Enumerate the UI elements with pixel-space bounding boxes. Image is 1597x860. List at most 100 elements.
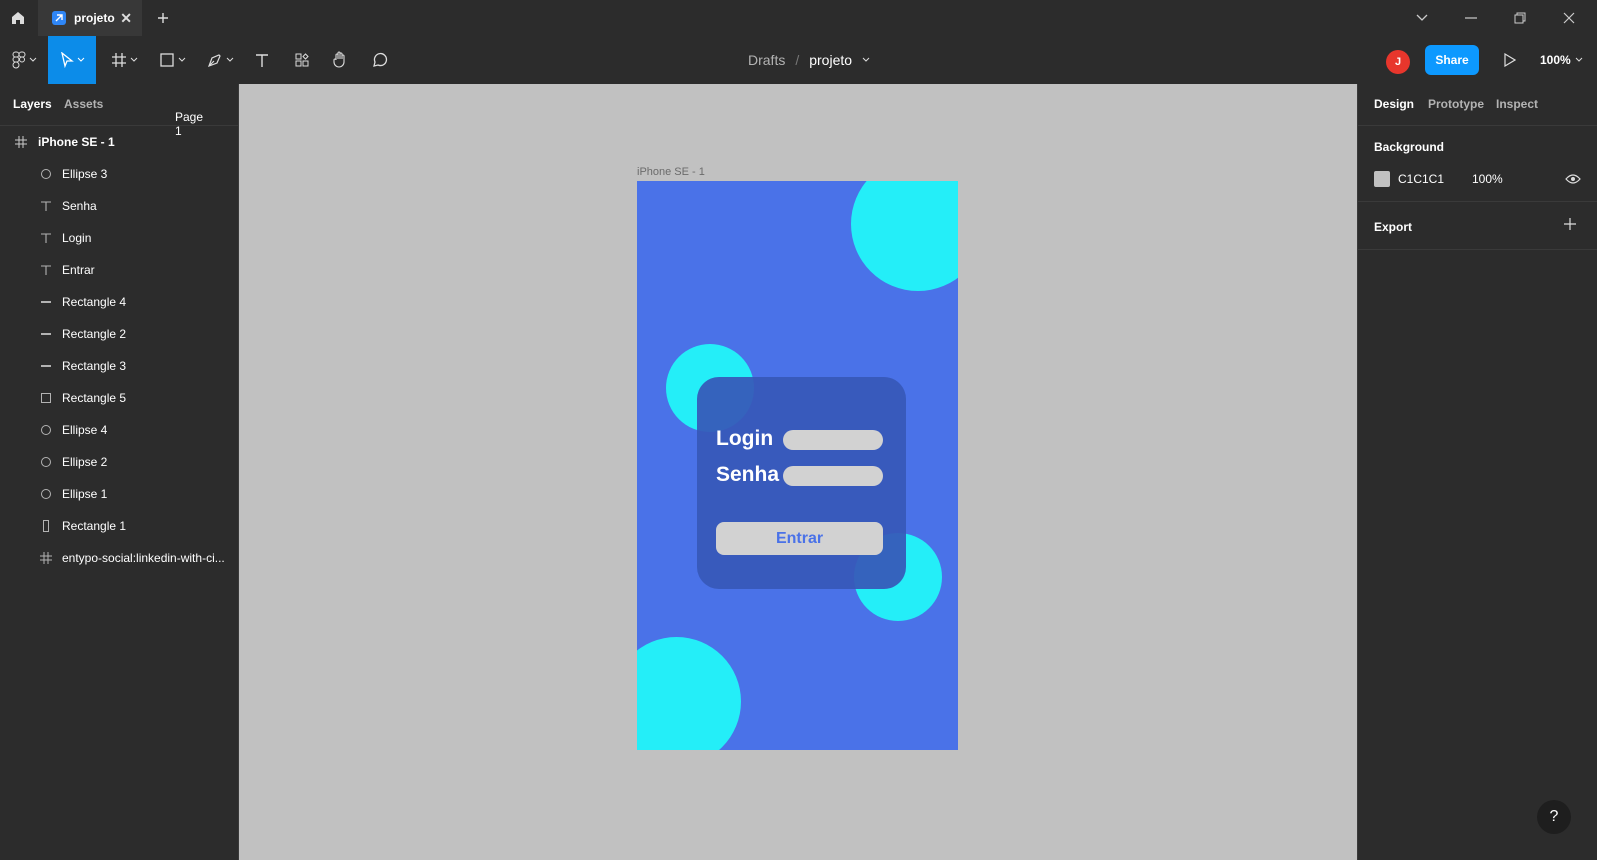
layers-panel: Layers Assets Page 1 ⌄ iPhone SE - 1 Ell… <box>0 84 239 860</box>
layer-item[interactable]: Ellipse 2 <box>0 446 238 478</box>
frame-icon <box>14 135 28 149</box>
pen-icon <box>207 54 221 68</box>
layer-item[interactable]: Rectangle 1 <box>0 510 238 542</box>
rectangle-icon <box>159 53 174 67</box>
text-icon <box>39 199 53 213</box>
layer-label: Entrar <box>62 263 95 277</box>
tall-rect-icon <box>39 519 53 533</box>
layer-label: Rectangle 5 <box>62 391 127 405</box>
text-tool-button[interactable] <box>250 36 274 84</box>
comment-icon <box>373 52 388 67</box>
canvas[interactable]: iPhone SE - 1 Login Senha Entrar <box>239 84 1357 860</box>
properties-panel: Design Prototype Inspect Background C1C1… <box>1357 84 1597 860</box>
text-icon <box>39 263 53 277</box>
entrar-button[interactable]: Entrar <box>716 522 883 555</box>
layer-item[interactable]: entypo-social:linkedin-with-ci... <box>0 542 238 574</box>
layer-item[interactable]: Ellipse 3 <box>0 158 238 190</box>
close-tab-icon[interactable]: ✕ <box>120 10 132 27</box>
design-file-icon <box>52 11 66 25</box>
breadcrumb: Drafts / projeto <box>748 36 870 84</box>
chevron-down-icon[interactable] <box>862 57 870 63</box>
tab-assets[interactable]: Assets <box>64 97 103 111</box>
chevron-down-icon <box>178 57 185 62</box>
tab-prototype[interactable]: Prototype <box>1428 97 1484 111</box>
layer-label: Ellipse 3 <box>62 167 108 181</box>
layer-label: Ellipse 2 <box>62 455 108 469</box>
login-field[interactable] <box>783 430 883 450</box>
line-rect-icon <box>39 327 53 341</box>
layer-item[interactable]: Senha <box>0 190 238 222</box>
ellipse-icon <box>39 455 53 469</box>
tab-design[interactable]: Design <box>1374 97 1414 111</box>
senha-field[interactable] <box>783 466 883 486</box>
layer-item[interactable]: Rectangle 4 <box>0 286 238 318</box>
background-title: Background <box>1374 140 1445 154</box>
ellipse-3[interactable] <box>851 181 958 291</box>
layer-item[interactable]: Rectangle 3 <box>0 350 238 382</box>
add-export-icon[interactable] <box>1564 218 1576 233</box>
layer-label: Rectangle 4 <box>62 295 127 309</box>
file-name[interactable]: projeto <box>809 52 852 68</box>
play-icon <box>1504 53 1516 67</box>
restore-icon[interactable] <box>1496 0 1544 36</box>
minimize-icon[interactable] <box>1447 0 1495 36</box>
frame-label[interactable]: iPhone SE - 1 <box>637 166 705 178</box>
hand-tool-button[interactable] <box>328 36 352 84</box>
share-button[interactable]: Share <box>1425 45 1479 75</box>
text-icon <box>256 54 268 67</box>
home-icon[interactable] <box>0 0 36 36</box>
layer-item[interactable]: Login <box>0 222 238 254</box>
close-window-icon[interactable] <box>1545 0 1593 36</box>
move-tool-button[interactable] <box>48 36 96 84</box>
frame-icon <box>111 53 126 67</box>
iphone-frame[interactable]: Login Senha Entrar <box>637 181 958 750</box>
shape-tool-button[interactable] <box>154 36 190 84</box>
chevron-down-icon[interactable] <box>1398 0 1446 36</box>
background-opacity[interactable]: 100% <box>1472 172 1503 186</box>
ellipse-icon <box>39 423 53 437</box>
avatar[interactable]: J <box>1386 50 1410 74</box>
tab-inspect[interactable]: Inspect <box>1496 97 1538 111</box>
chevron-down-icon <box>130 57 137 62</box>
toolbar: Drafts / projeto J Share 100% <box>0 36 1597 84</box>
layer-item[interactable]: Ellipse 1 <box>0 478 238 510</box>
layer-label: entypo-social:linkedin-with-ci... <box>62 551 225 565</box>
breadcrumb-drafts[interactable]: Drafts <box>748 52 785 68</box>
cursor-icon <box>60 52 74 68</box>
zoom-dropdown[interactable]: 100% <box>1540 36 1583 84</box>
chevron-down-icon <box>226 57 233 62</box>
chevron-down-icon: ⌄ <box>175 110 183 120</box>
frame-icon <box>39 551 53 565</box>
background-hex[interactable]: C1C1C1 <box>1398 172 1444 186</box>
layer-label: Rectangle 1 <box>62 519 127 533</box>
senha-label[interactable]: Senha <box>716 463 779 487</box>
main-menu-button[interactable] <box>4 36 44 84</box>
comment-tool-button[interactable] <box>368 36 392 84</box>
resources-button[interactable] <box>290 36 314 84</box>
file-tab[interactable]: projeto ✕ <box>38 0 142 36</box>
right-panel-tabs: Design Prototype Inspect <box>1358 84 1597 126</box>
frame-tool-button[interactable] <box>106 36 142 84</box>
tab-layers[interactable]: Layers <box>13 97 52 111</box>
left-panel-tabs: Layers Assets Page 1 ⌄ <box>0 84 238 138</box>
layer-label: Ellipse 4 <box>62 423 108 437</box>
layer-item[interactable]: Rectangle 2 <box>0 318 238 350</box>
background-swatch[interactable] <box>1374 171 1390 187</box>
layer-item[interactable]: Entrar <box>0 254 238 286</box>
pen-tool-button[interactable] <box>202 36 238 84</box>
background-section: Background <box>1358 126 1597 202</box>
ellipse-1[interactable] <box>637 637 741 750</box>
layer-frame[interactable]: iPhone SE - 1 <box>0 126 238 158</box>
chevron-down-icon <box>29 57 36 62</box>
eye-icon[interactable] <box>1565 172 1581 190</box>
line-rect-icon <box>39 295 53 309</box>
layer-label: Senha <box>62 199 97 213</box>
new-tab-icon[interactable] <box>152 6 174 30</box>
layer-item[interactable]: Ellipse 4 <box>0 414 238 446</box>
present-button[interactable] <box>1498 48 1522 72</box>
zoom-value: 100% <box>1540 53 1571 67</box>
layer-item[interactable]: Rectangle 5 <box>0 382 238 414</box>
help-button[interactable]: ? <box>1537 800 1571 834</box>
layer-label: Ellipse 1 <box>62 487 108 501</box>
login-label[interactable]: Login <box>716 427 773 451</box>
